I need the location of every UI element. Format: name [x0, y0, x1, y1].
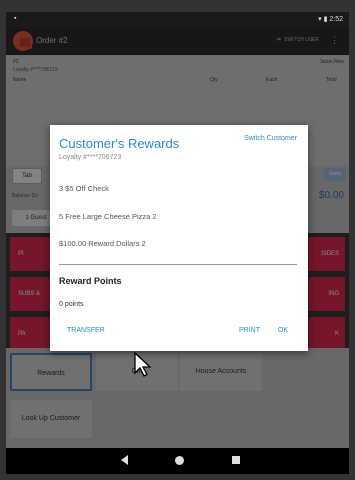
print-button[interactable]: PRINT — [239, 327, 260, 334]
reward-points-value: 0 points — [59, 301, 84, 308]
status-left: ▪ — [14, 15, 17, 22]
transfer-button[interactable]: TRANSFER — [67, 327, 105, 334]
wifi-icon: ▾ — [318, 16, 322, 23]
battery-icon: ▮ — [323, 16, 328, 23]
switch-customer-link[interactable]: Switch Customer — [244, 135, 297, 142]
reward-item[interactable]: 5 Free Large Cheese Pizza 2 — [59, 212, 157, 221]
status-time: 2:52 — [329, 16, 343, 23]
dialog-title: Customer's Rewards — [59, 136, 180, 151]
status-right: ▾ ▮ 2:52 — [318, 15, 343, 23]
mouse-pointer-icon — [134, 352, 152, 377]
dialog-divider — [59, 264, 297, 265]
recent-apps-icon[interactable] — [232, 456, 240, 464]
reward-item[interactable]: $100.00 Reward Dollars 2 — [59, 239, 146, 248]
dialog-loyalty: Loyalty #****706723 — [59, 154, 122, 161]
nav-bar — [6, 448, 349, 474]
back-icon[interactable] — [121, 455, 128, 465]
reward-item[interactable]: 3 $5 Off Check — [59, 184, 109, 193]
home-icon[interactable] — [175, 456, 184, 465]
reward-points-heading: Reward Points — [59, 276, 122, 286]
status-bar: ▪ ▾ ▮ 2:52 — [6, 12, 349, 28]
rewards-dialog: Customer's Rewards Switch Customer Loyal… — [50, 125, 308, 351]
ok-button[interactable]: OK — [278, 327, 288, 334]
